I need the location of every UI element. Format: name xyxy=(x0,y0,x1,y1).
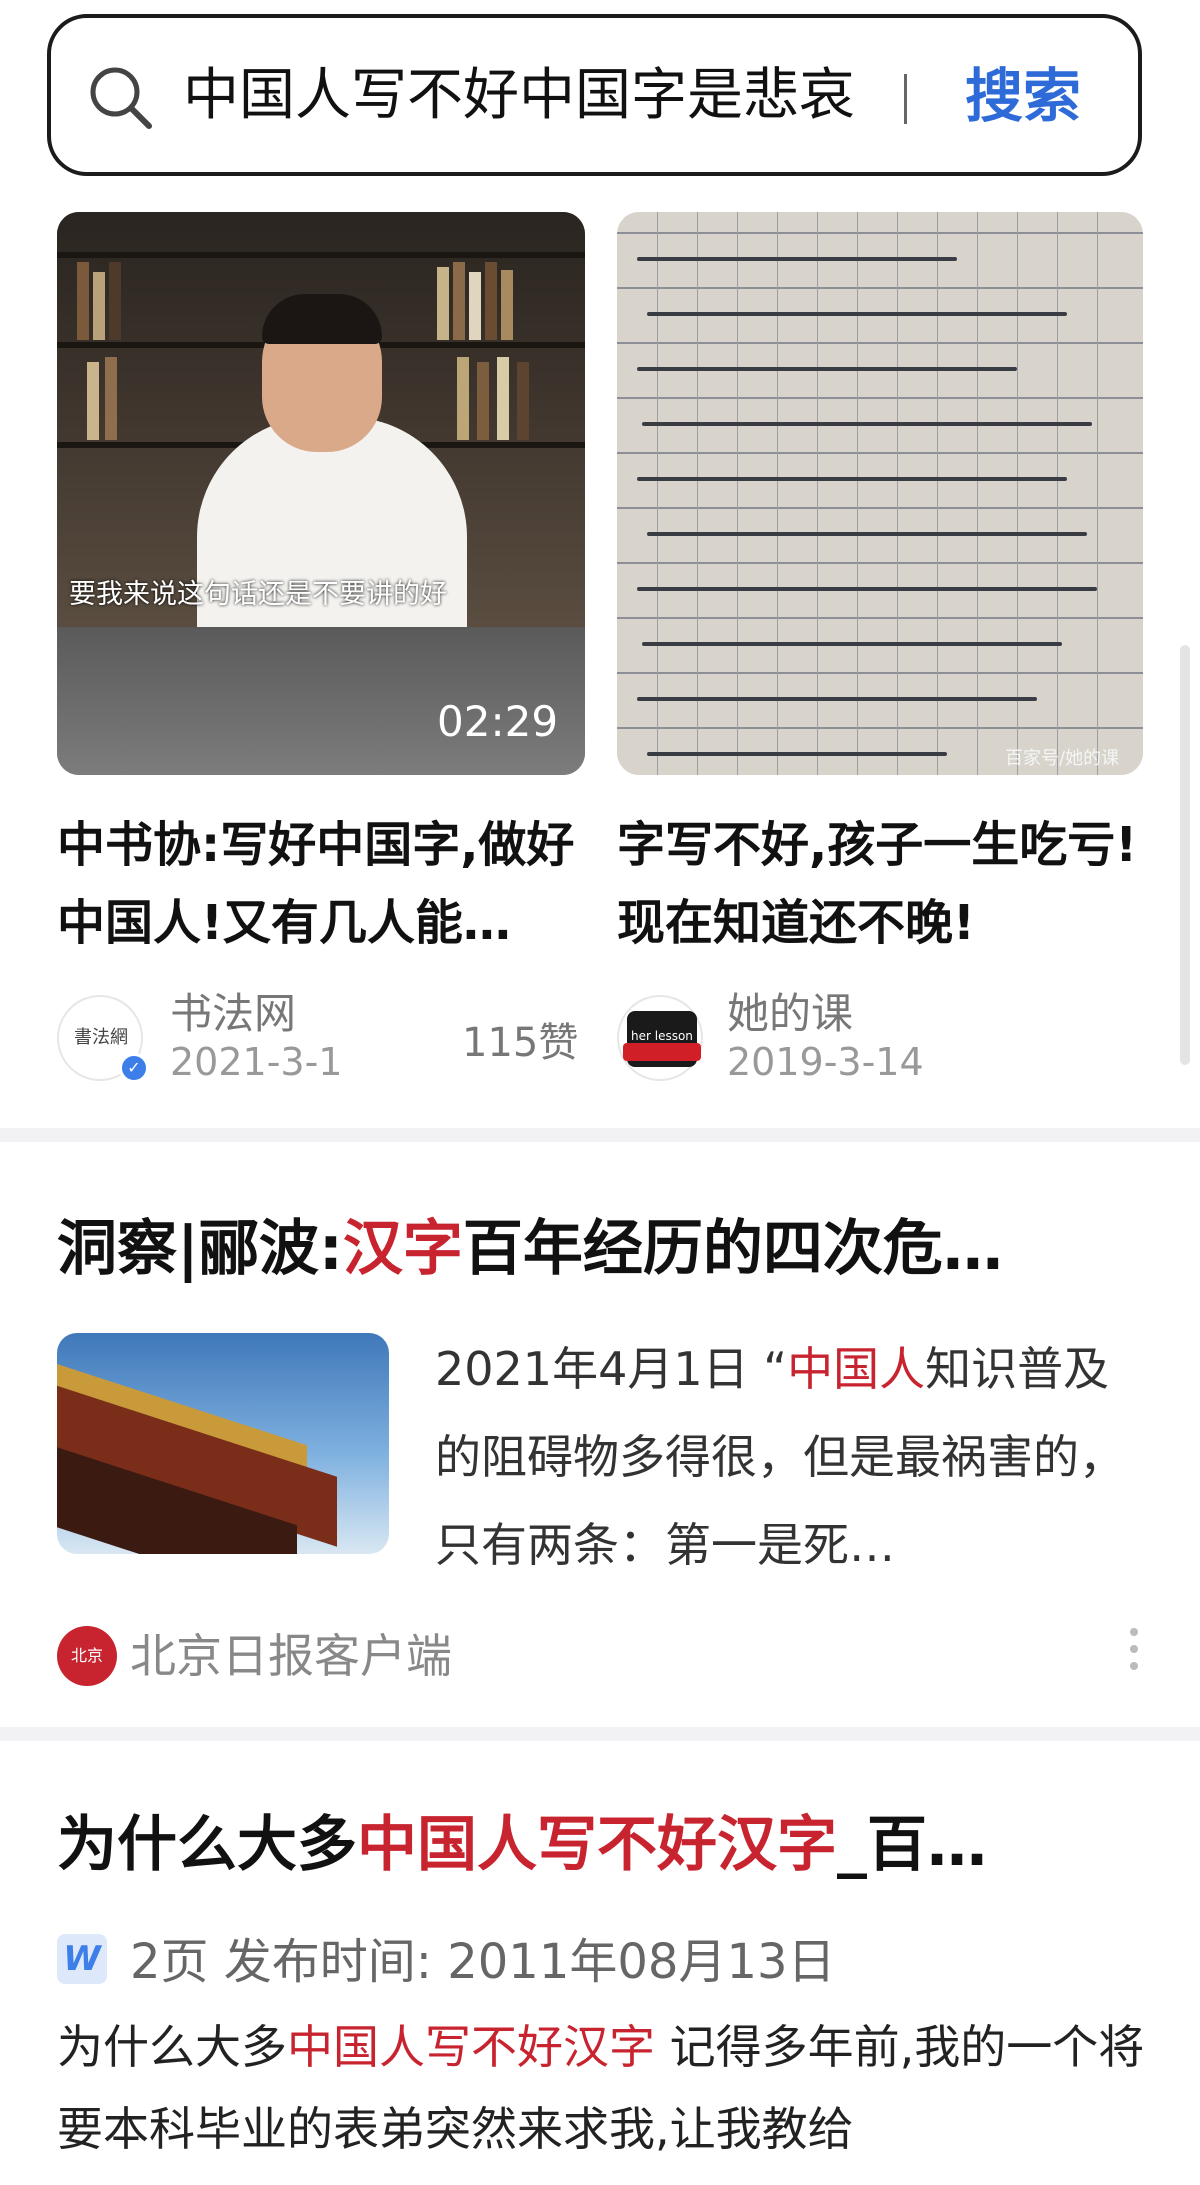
publish-date: 2021-3-1 xyxy=(170,1040,343,1084)
result-snippet[interactable]: 2021年4月1日 “中国人知识普及的阻碍物多得很，但是最祸害的，只有两条：第一… xyxy=(435,1325,1155,1589)
scrollbar[interactable] xyxy=(1180,645,1190,1065)
image-watermark: 百家号/她的课 xyxy=(1005,748,1120,769)
video-duration: 02:29 xyxy=(437,697,559,746)
avatar-logo-text: 書法網 xyxy=(74,1027,128,1048)
search-icon xyxy=(85,62,157,134)
video-thumbnail[interactable]: 要我来说这句话还是不要讲的好 02:29 xyxy=(57,212,585,775)
section-divider xyxy=(0,1128,1200,1142)
card-title[interactable]: 字写不好,孩子一生吃亏!现在知道还不晚! xyxy=(617,806,1145,962)
source-logo: 北京 xyxy=(57,1626,117,1686)
verified-icon: ✓ xyxy=(119,1053,149,1083)
result-meta: 2页 发布时间: 2011年08月13日 xyxy=(130,1934,836,1990)
author-name[interactable]: 书法网 xyxy=(170,980,296,1041)
result-thumbnail[interactable] xyxy=(57,1333,389,1554)
avatar[interactable]: her lesson xyxy=(617,995,703,1081)
avatar-logo-text: her lesson xyxy=(631,1029,693,1043)
result-title[interactable]: 洞察|郦波:汉字百年经历的四次危… xyxy=(57,1200,1003,1287)
text-cursor xyxy=(904,74,907,124)
source-name[interactable]: 北京日报客户端 xyxy=(130,1620,452,1686)
like-count: 115赞 xyxy=(462,1020,579,1066)
document-type-icon: W xyxy=(57,1934,107,1984)
notebook-image[interactable]: 百家号/她的课 xyxy=(617,212,1143,775)
search-input[interactable]: 中国人写不好中国字是悲哀 xyxy=(183,56,905,136)
card-title[interactable]: 中书协:写好中国字,做好中国人!又有几人能… xyxy=(57,806,585,962)
video-subtitle: 要我来说这句话还是不要讲的好 xyxy=(69,579,447,610)
search-button[interactable]: 搜索 xyxy=(965,56,1081,136)
author-name[interactable]: 她的课 xyxy=(727,980,853,1041)
more-options-icon[interactable] xyxy=(1130,1628,1142,1679)
section-divider xyxy=(0,1727,1200,1741)
publish-date: 2019-3-14 xyxy=(727,1040,924,1084)
result-snippet[interactable]: 为什么大多中国人写不好汉字 记得多年前,我的一个将要本科毕业的表弟突然来求我,让… xyxy=(57,2006,1167,2170)
result-title[interactable]: 为什么大多中国人写不好汉字_百… xyxy=(57,1796,987,1883)
video-frame xyxy=(57,212,585,632)
